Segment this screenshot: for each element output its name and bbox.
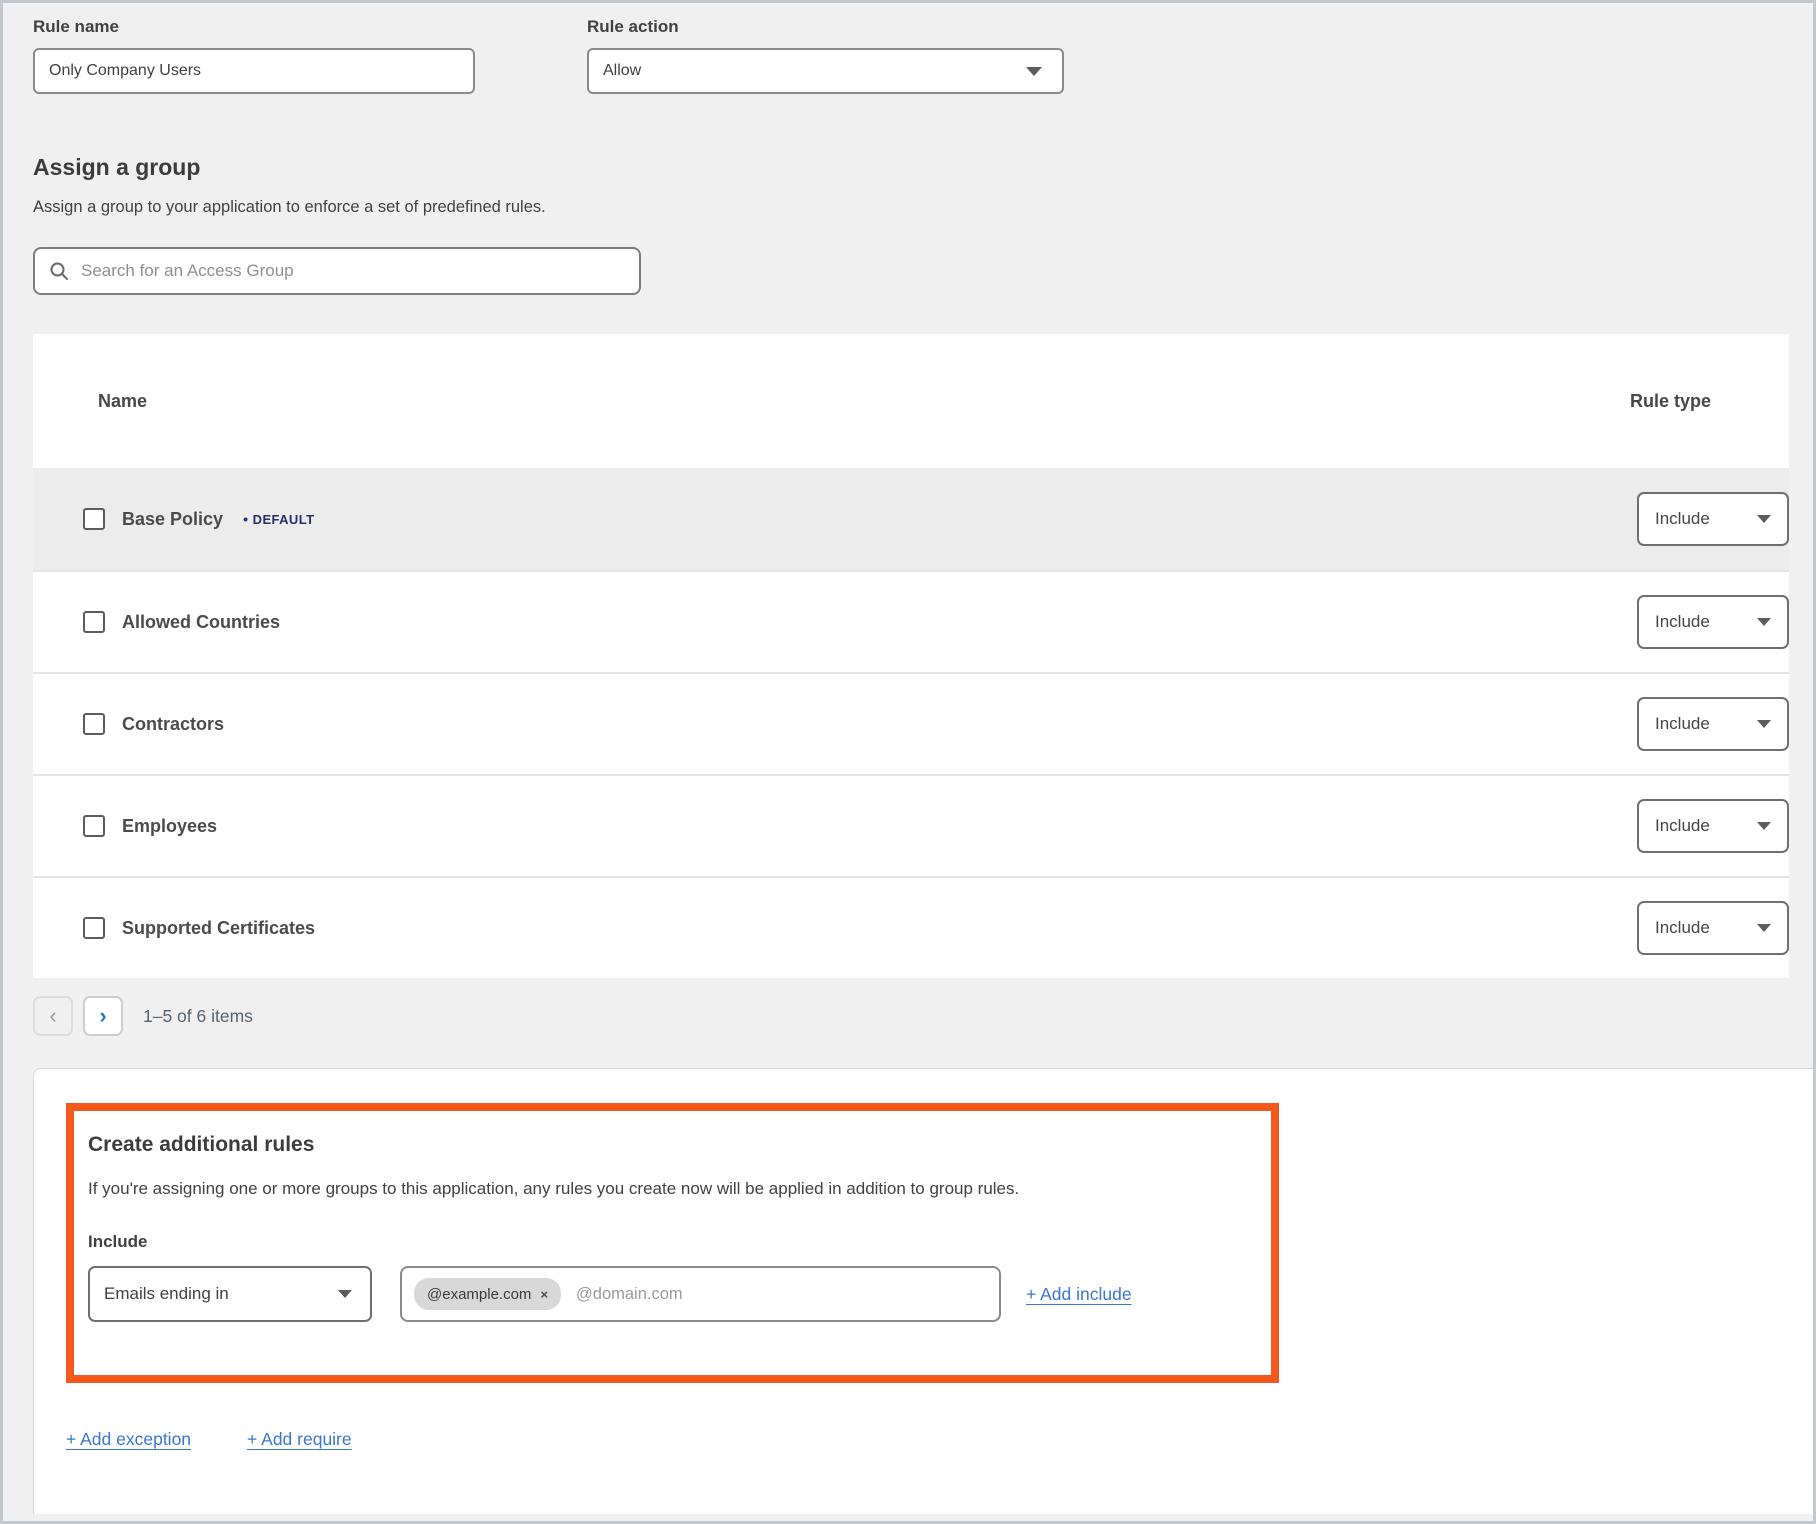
table-row: Allowed Countries Include	[33, 570, 1789, 672]
search-input[interactable]	[81, 261, 625, 281]
tag-label: @example.com	[427, 1286, 531, 1303]
pagination-status: 1–5 of 6 items	[143, 1006, 253, 1027]
group-name: Base Policy	[122, 509, 223, 530]
rule-type-value: Include	[1655, 918, 1710, 938]
email-domain-tag-input[interactable]: @example.com × @domain.com	[400, 1266, 1001, 1322]
table-row: Supported Certificates Include	[33, 876, 1789, 978]
email-domain-tag: @example.com ×	[414, 1278, 561, 1310]
table-row: Contractors Include	[33, 672, 1789, 774]
additional-rules-card: Create additional rules If you're assign…	[33, 1068, 1816, 1514]
chevron-down-icon	[338, 1290, 352, 1298]
create-additional-rules-heading: Create additional rules	[88, 1133, 1251, 1157]
rule-type-select[interactable]: Include	[1637, 697, 1789, 751]
rule-action-select[interactable]: Allow	[587, 48, 1064, 94]
add-include-link[interactable]: + Add include	[1026, 1284, 1132, 1305]
rule-type-value: Include	[1655, 714, 1710, 734]
rule-type-value: Include	[1655, 816, 1710, 836]
row-checkbox[interactable]	[83, 917, 105, 939]
rule-type-column-header: Rule type	[1604, 391, 1789, 412]
add-exception-link[interactable]: + Add exception	[66, 1429, 191, 1450]
row-checkbox[interactable]	[83, 611, 105, 633]
chevron-down-icon	[1026, 67, 1042, 76]
chevron-down-icon	[1757, 720, 1771, 728]
chevron-down-icon	[1757, 618, 1771, 626]
rule-action-value: Allow	[603, 62, 641, 80]
rule-name-field-group: Rule name	[33, 17, 475, 94]
table-row: Employees Include	[33, 774, 1789, 876]
highlight-annotation-box: Create additional rules If you're assign…	[66, 1103, 1279, 1383]
page: Rule name Rule action Allow Assign a gro…	[0, 0, 1816, 1524]
default-badge: DEFAULT	[243, 511, 314, 527]
row-checkbox[interactable]	[83, 713, 105, 735]
access-group-search[interactable]	[33, 247, 641, 295]
next-page-button[interactable]: ›	[83, 996, 123, 1036]
add-require-link[interactable]: + Add require	[247, 1429, 352, 1450]
chevron-left-icon: ‹	[49, 1005, 56, 1027]
rule-action-field-group: Rule action Allow	[587, 17, 1064, 94]
rule-type-select[interactable]: Include	[1637, 901, 1789, 955]
assign-group-description: Assign a group to your application to en…	[33, 198, 1783, 217]
group-name: Employees	[122, 816, 217, 837]
rule-type-select[interactable]: Include	[1637, 595, 1789, 649]
include-label: Include	[88, 1232, 1251, 1252]
group-name: Supported Certificates	[122, 918, 315, 939]
rule-type-select[interactable]: Include	[1637, 799, 1789, 853]
row-checkbox[interactable]	[83, 815, 105, 837]
tag-input-placeholder: @domain.com	[576, 1285, 683, 1304]
rule-type-select[interactable]: Include	[1637, 492, 1789, 546]
rule-action-label: Rule action	[587, 17, 1064, 37]
group-name: Allowed Countries	[122, 612, 280, 633]
chevron-right-icon: ›	[99, 1005, 106, 1027]
remove-tag-icon[interactable]: ×	[540, 1287, 548, 1302]
name-column-header: Name	[33, 391, 1604, 412]
rule-type-value: Include	[1655, 612, 1710, 632]
chevron-down-icon	[1757, 515, 1771, 523]
assign-group-heading: Assign a group	[33, 154, 1783, 181]
footer-links: + Add exception + Add require	[66, 1429, 1816, 1450]
table-row: Base Policy DEFAULT Include	[33, 468, 1789, 570]
group-name: Contractors	[122, 714, 224, 735]
pagination: ‹ › 1–5 of 6 items	[33, 996, 1783, 1036]
search-icon	[49, 261, 69, 281]
table-header: Name Rule type	[33, 334, 1789, 468]
top-fields: Rule name Rule action Allow	[33, 17, 1783, 94]
chevron-down-icon	[1757, 924, 1771, 932]
rule-selector-select[interactable]: Emails ending in	[88, 1266, 372, 1322]
access-groups-table: Name Rule type Base Policy DEFAULT Inclu…	[33, 334, 1789, 978]
row-checkbox[interactable]	[83, 508, 105, 530]
chevron-down-icon	[1757, 822, 1771, 830]
rule-selector-value: Emails ending in	[104, 1284, 229, 1304]
create-additional-rules-description: If you're assigning one or more groups t…	[88, 1179, 1251, 1199]
include-rule-row: Emails ending in @example.com × @domain.…	[88, 1266, 1251, 1322]
previous-page-button[interactable]: ‹	[33, 996, 73, 1036]
rule-type-value: Include	[1655, 509, 1710, 529]
rule-name-input[interactable]	[33, 48, 475, 94]
rule-name-label: Rule name	[33, 17, 475, 37]
